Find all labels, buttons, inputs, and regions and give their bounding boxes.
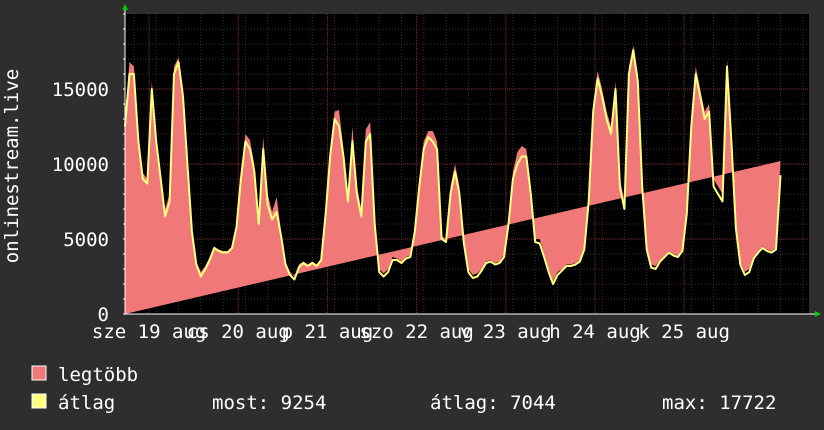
chart: 050001000015000 sze 19 augcs 20 augp 21 … [0, 0, 824, 430]
legend-swatch-avg [31, 393, 47, 409]
y-axis-label: onlinestream.live [1, 69, 23, 263]
y-tick-label: 5000 [63, 229, 109, 251]
legend-label-max: legtöbb [58, 364, 138, 386]
stat-average: átlag: 7044 [430, 392, 556, 414]
x-tick-labels: sze 19 augcs 20 augp 21 augszo 22 augv 2… [92, 321, 730, 343]
y-tick-label: 15000 [52, 79, 109, 101]
stat-current: most: 9254 [212, 392, 326, 414]
x-tick-label: h 24 aug [549, 321, 641, 343]
y-tick-label: 10000 [52, 154, 109, 176]
x-tick-label: k 25 aug [638, 321, 730, 343]
x-tick-label: szo 22 aug [359, 321, 473, 343]
legend-swatch-max [31, 365, 47, 381]
x-tick-label: v 23 aug [460, 321, 552, 343]
legend-label-avg: átlag [58, 392, 115, 414]
x-tick-label: cs 20 aug [187, 321, 290, 343]
stats: most: 9254 átlag: 7044 max: 17722 [212, 392, 776, 414]
stat-max: max: 17722 [662, 392, 776, 414]
